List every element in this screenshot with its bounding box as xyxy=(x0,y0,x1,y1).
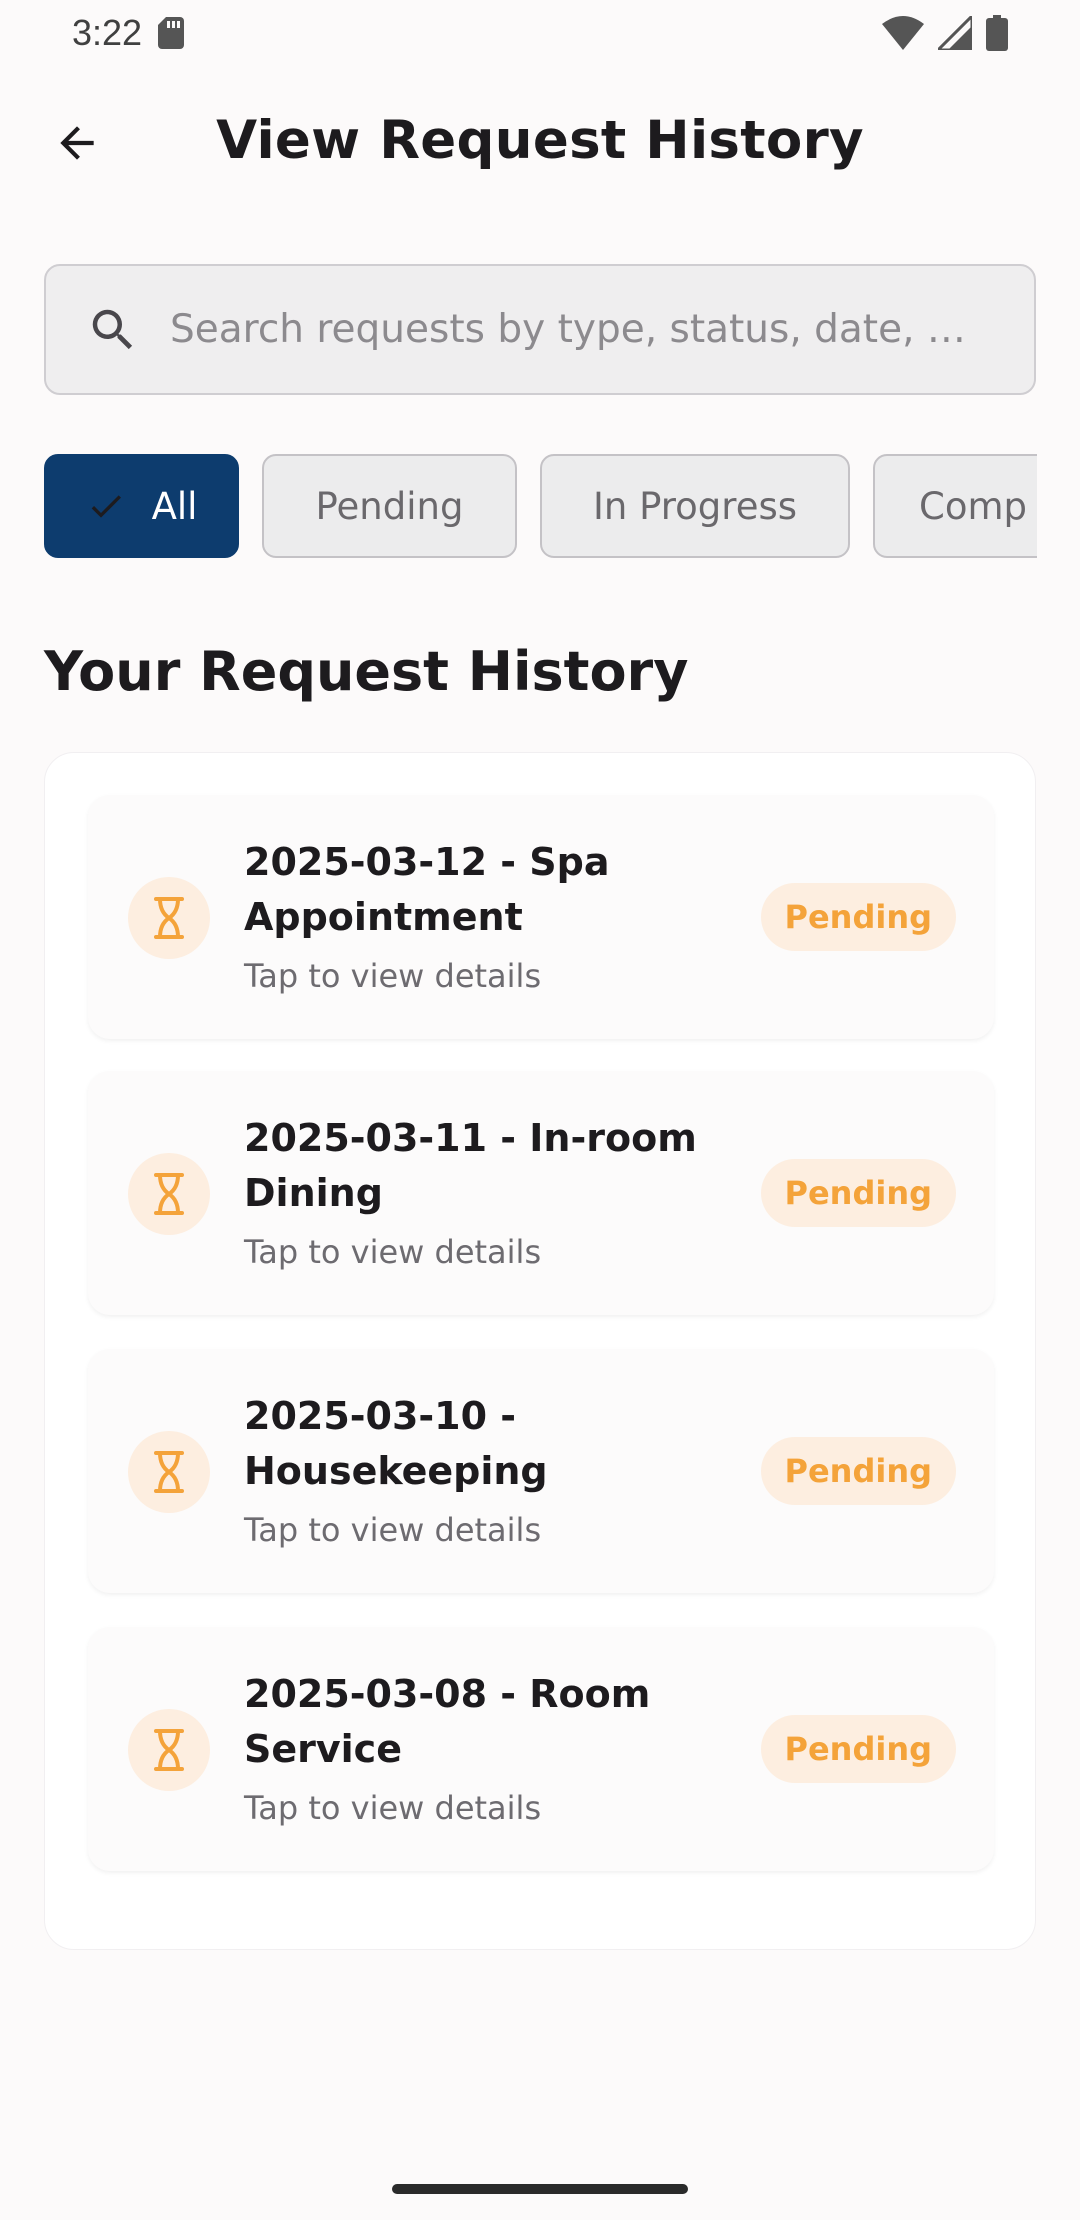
status-badge: Pending xyxy=(760,1715,956,1783)
request-item[interactable]: 2025-03-12 - Spa Appointment Tap to view… xyxy=(88,795,994,1039)
filter-chip-completed[interactable]: Comp xyxy=(873,454,1037,558)
request-title: 2025-03-08 - Room Service xyxy=(244,1672,651,1771)
filter-chip-all[interactable]: All xyxy=(44,454,239,558)
sd-card-icon xyxy=(158,17,185,49)
request-item[interactable]: 2025-03-11 - In-room Dining Tap to view … xyxy=(88,1071,994,1315)
status-badge: Pending xyxy=(760,883,956,951)
hourglass-icon xyxy=(128,877,210,959)
gesture-nav-handle[interactable] xyxy=(392,2184,688,2194)
status-time: 3:22 xyxy=(72,12,143,53)
search-box[interactable] xyxy=(44,264,1036,395)
hourglass-icon xyxy=(128,1431,210,1513)
filter-chip-label: All xyxy=(151,484,198,528)
app-bar: View Request History xyxy=(0,66,1080,220)
filter-chip-label: Pending xyxy=(315,484,464,528)
request-title: 2025-03-12 - Spa Appointment xyxy=(244,840,610,939)
section-title: Your Request History xyxy=(44,640,689,703)
page-title: View Request History xyxy=(216,110,864,171)
filter-chip-row: All Pending In Progress Comp xyxy=(44,454,1037,558)
hourglass-icon xyxy=(128,1709,210,1791)
status-badge: Pending xyxy=(760,1159,956,1227)
status-bar: 3:22 xyxy=(0,0,1080,66)
request-subtitle: Tap to view details xyxy=(244,1233,542,1271)
wifi-icon xyxy=(882,16,924,50)
request-title: 2025-03-11 - In-room Dining xyxy=(244,1116,697,1215)
search-icon xyxy=(92,309,133,349)
filter-chip-in-progress[interactable]: In Progress xyxy=(540,454,850,558)
request-item[interactable]: 2025-03-08 - Room Service Tap to view de… xyxy=(88,1627,994,1871)
request-history-card: 2025-03-12 - Spa Appointment Tap to view… xyxy=(44,752,1036,1950)
filter-chip-pending[interactable]: Pending xyxy=(262,454,517,558)
filter-chip-label: Comp xyxy=(919,484,1028,528)
request-item[interactable]: 2025-03-10 - Housekeeping Tap to view de… xyxy=(88,1349,994,1593)
request-subtitle: Tap to view details xyxy=(244,1789,542,1827)
screen: 3:22 View Request History Search request… xyxy=(0,0,1080,2220)
request-title: 2025-03-10 - Housekeeping xyxy=(244,1394,548,1493)
hourglass-icon xyxy=(128,1153,210,1235)
request-subtitle: Tap to view details xyxy=(244,1511,542,1549)
request-subtitle: Tap to view details xyxy=(244,957,542,995)
filter-chip-label: In Progress xyxy=(592,484,798,528)
status-icons xyxy=(882,15,1008,51)
cell-signal-icon xyxy=(938,16,972,50)
status-badge: Pending xyxy=(760,1437,956,1505)
battery-icon xyxy=(986,15,1008,51)
search-input[interactable] xyxy=(170,307,990,352)
check-icon xyxy=(91,495,121,518)
